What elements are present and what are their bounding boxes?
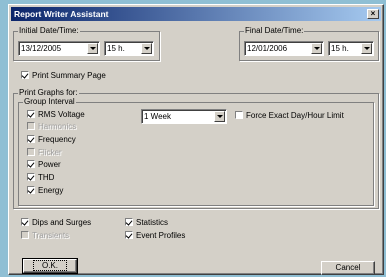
dips-surges-label: Dips and Surges [32,218,92,227]
initial-datetime-legend: Initial Date/Time: [18,26,80,36]
print-graphs-group: Print Graphs for: Group Interval RMS Vol… [13,88,379,209]
print-summary-checkbox[interactable]: Print Summary Page [21,71,106,81]
harmonics-label: Harmonics [38,122,77,131]
final-date-value: 12/01/2006 [247,44,288,53]
close-icon[interactable]: × [367,9,379,19]
energy-checkbox[interactable]: Energy [27,186,63,196]
flicker-checkbox: Flicker [27,148,62,158]
chevron-down-icon[interactable] [361,43,372,54]
harmonics-checkbox: Harmonics [27,122,76,132]
checkbox-box[interactable] [27,110,35,118]
initial-date-value: 13/12/2005 [21,44,62,53]
power-checkbox[interactable]: Power [27,160,61,170]
transients-label: Transients [32,231,70,240]
chevron-down-icon[interactable] [214,111,225,122]
thd-checkbox[interactable]: THD [27,173,54,183]
window-title: Report Writer Assistant [14,9,109,19]
chevron-down-icon[interactable] [311,43,322,54]
chevron-down-icon[interactable] [141,43,152,54]
final-date-dropdown[interactable]: 12/01/2006 [244,41,324,56]
final-hour-dropdown[interactable]: 15 h. [328,41,374,56]
rms-voltage-label: RMS Voltage [38,110,85,119]
checkbox-box[interactable] [27,186,35,194]
cancel-button[interactable]: Cancel [321,261,375,275]
chevron-down-icon[interactable] [87,43,98,54]
checkbox-box [27,122,35,130]
print-summary-label: Print Summary Page [32,71,106,80]
frequency-label: Frequency [38,135,76,144]
report-writer-window: Report Writer Assistant × Initial Date/T… [8,4,384,275]
power-label: Power [38,160,61,169]
checkbox-box[interactable] [125,218,133,226]
event-profiles-checkbox[interactable]: Event Profiles [125,231,185,241]
force-exact-label: Force Exact Day/Hour Limit [246,111,344,120]
final-datetime-legend: Final Date/Time: [244,26,305,36]
frequency-checkbox[interactable]: Frequency [27,135,76,145]
thd-label: THD [38,173,55,182]
checkbox-box [21,231,29,239]
final-datetime-group: Final Date/Time: 12/01/2006 15 h. [239,26,379,61]
checkbox-box[interactable] [27,135,35,143]
checkbox-box[interactable] [27,160,35,168]
force-exact-checkbox[interactable]: Force Exact Day/Hour Limit [235,111,344,121]
checkbox-box[interactable] [21,218,29,226]
title-bar: Report Writer Assistant × [11,7,381,21]
ok-button-label: O.K. [32,260,67,271]
checkbox-box[interactable] [125,231,133,239]
interval-dropdown[interactable]: 1 Week [141,109,227,124]
checkbox-box[interactable] [27,173,35,181]
group-interval-legend: Group Interval [23,97,76,107]
initial-date-dropdown[interactable]: 13/12/2005 [18,41,100,56]
cancel-button-label: Cancel [335,263,361,272]
dips-surges-checkbox[interactable]: Dips and Surges [21,218,91,228]
initial-datetime-group: Initial Date/Time: 13/12/2005 15 h. [13,26,160,61]
statistics-label: Statistics [136,218,169,227]
checkbox-box [27,148,35,156]
checkbox-box[interactable] [235,111,243,119]
statistics-checkbox[interactable]: Statistics [125,218,168,228]
flicker-label: Flicker [38,148,62,157]
initial-hour-dropdown[interactable]: 15 h. [104,41,154,56]
event-profiles-label: Event Profiles [136,231,186,240]
interval-value: 1 Week [144,112,171,121]
initial-hour-value: 15 h. [107,44,125,53]
final-hour-value: 15 h. [331,44,349,53]
rms-voltage-checkbox[interactable]: RMS Voltage [27,110,85,120]
ok-button[interactable]: O.K. [22,258,78,274]
transients-checkbox: Transients [21,231,69,241]
checkbox-box[interactable] [21,71,29,79]
group-interval-group: Group Interval RMS Voltage Harmonics Fre… [18,97,374,206]
energy-label: Energy [38,186,64,195]
